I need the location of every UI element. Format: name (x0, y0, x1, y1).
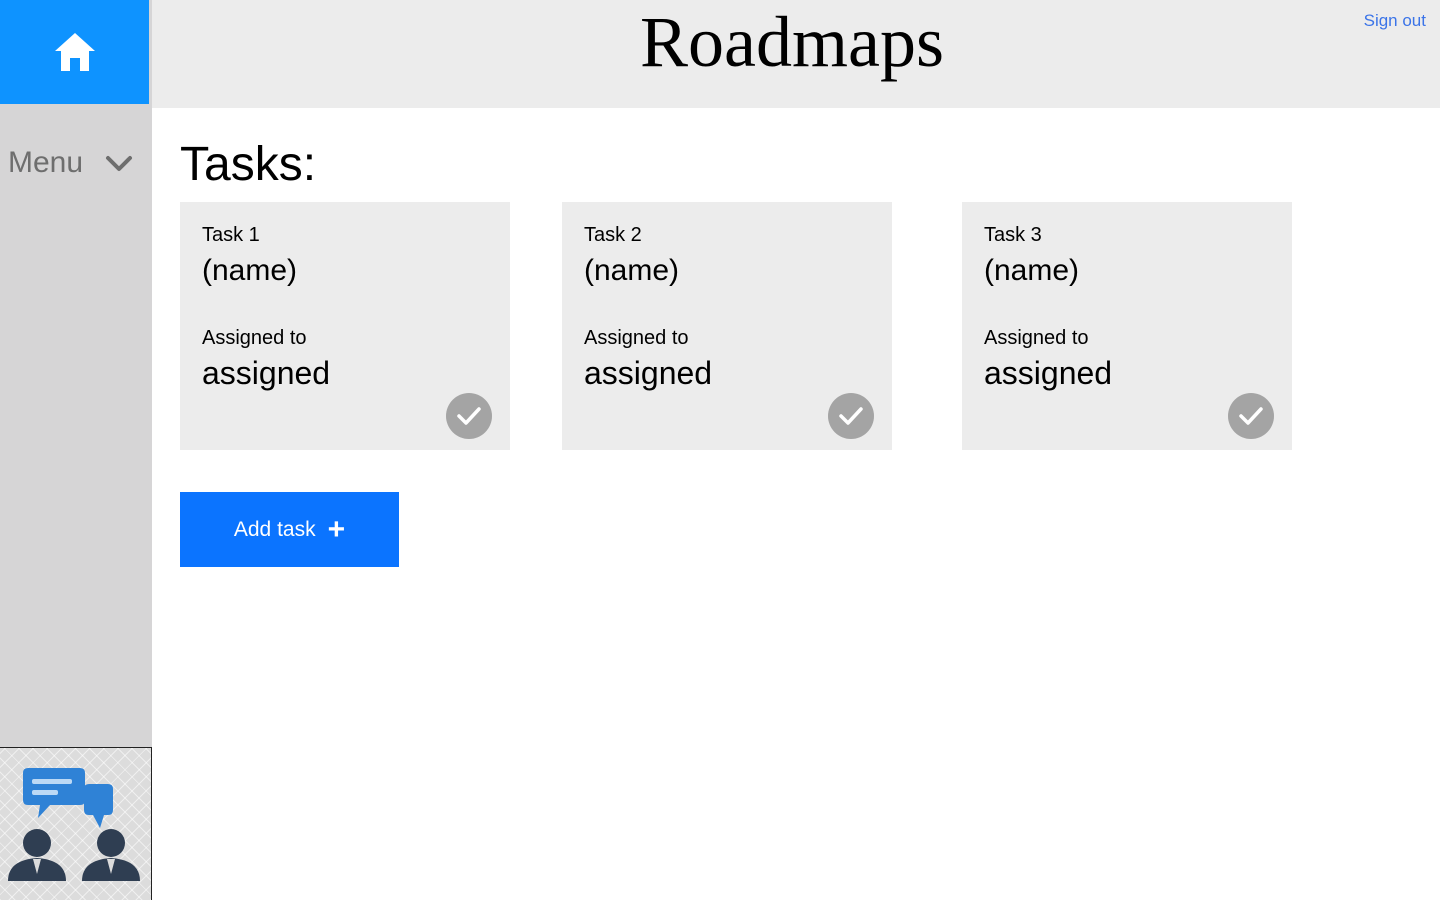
app-title: Roadmaps (640, 2, 944, 82)
complete-task-button[interactable] (1228, 393, 1274, 439)
task-title: Task 2 (584, 224, 642, 246)
task-title: Task 1 (202, 224, 260, 246)
menu-label: Menu (8, 146, 84, 179)
assigned-value: assigned (202, 355, 331, 391)
plus-icon: + (327, 512, 346, 546)
add-task-label: Add task (233, 517, 316, 541)
team-logo (0, 747, 152, 900)
home-button[interactable] (0, 0, 149, 104)
team-chat-icon (8, 768, 140, 881)
check-icon (839, 407, 863, 425)
menu-toggle[interactable]: Menu (0, 140, 152, 192)
header-bar: Roadmaps Sign out (152, 0, 1440, 108)
assigned-label: Assigned to (584, 327, 689, 349)
complete-task-button[interactable] (446, 393, 492, 439)
assigned-value: assigned (584, 355, 713, 391)
home-icon (54, 33, 95, 71)
task-card[interactable]: Task 3 (name) Assigned to assigned (962, 202, 1292, 450)
add-task-button[interactable]: Add task + (180, 492, 399, 567)
page-title: Tasks: (180, 138, 317, 191)
task-name: (name) (584, 254, 680, 287)
task-title: Task 3 (984, 224, 1042, 246)
complete-task-button[interactable] (828, 393, 874, 439)
assigned-value: assigned (984, 355, 1113, 391)
check-icon (1239, 407, 1263, 425)
task-name: (name) (984, 254, 1080, 287)
chevron-down-icon (106, 156, 132, 171)
task-card[interactable]: Task 2 (name) Assigned to assigned (562, 202, 892, 450)
task-card[interactable]: Task 1 (name) Assigned to assigned (180, 202, 510, 450)
assigned-label: Assigned to (984, 327, 1089, 349)
assigned-label: Assigned to (202, 327, 307, 349)
sign-out-link[interactable]: Sign out (1364, 11, 1426, 31)
check-icon (457, 407, 481, 425)
task-name: (name) (202, 254, 298, 287)
sidebar: Menu (0, 0, 152, 900)
